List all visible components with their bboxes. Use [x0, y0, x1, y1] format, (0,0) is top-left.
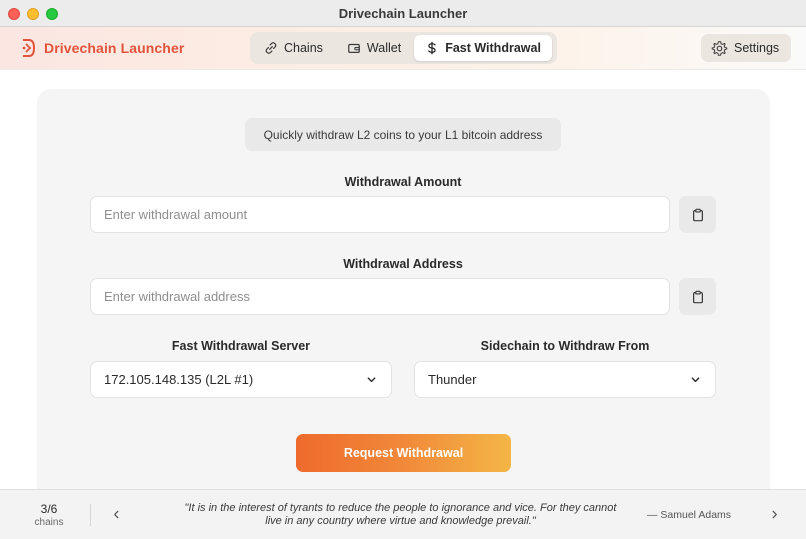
footer-divider [90, 504, 91, 526]
withdrawal-amount-field[interactable] [90, 196, 670, 233]
settings-label: Settings [734, 41, 780, 55]
gear-icon [711, 40, 728, 56]
next-quote-button[interactable] [767, 507, 781, 521]
chain-count-label: chains [34, 517, 64, 528]
tab-chains[interactable]: Chains [253, 35, 334, 61]
brand[interactable]: Drivechain Launcher [20, 38, 184, 58]
top-nav: Drivechain Launcher Chains Wallet Fast W… [0, 27, 806, 70]
sidechain-select[interactable]: Thunder [414, 361, 716, 398]
sidechain-value: Thunder [428, 372, 477, 387]
fast-withdrawal-server-select[interactable]: 172.105.148.135 (L2L #1) [90, 361, 392, 398]
withdrawal-address-input[interactable] [104, 289, 669, 304]
withdrawal-address-field[interactable] [90, 278, 670, 315]
tab-wallet-label: Wallet [366, 41, 402, 55]
chevron-right-icon [772, 510, 777, 518]
clipboard-icon [692, 290, 703, 303]
link-icon [265, 42, 277, 54]
drivechain-logo-icon [22, 39, 36, 57]
tab-chains-label: Chains [284, 41, 323, 55]
tab-fast-withdrawal-label: Fast Withdrawal [445, 41, 541, 55]
settings-button[interactable]: Settings [701, 34, 791, 62]
paste-amount-button[interactable] [679, 196, 716, 233]
request-withdrawal-button[interactable]: Request Withdrawal [296, 434, 511, 472]
sidechain-label: Sidechain to Withdraw From [480, 339, 650, 353]
wallet-icon [348, 43, 360, 53]
withdrawal-amount-label: Withdrawal Amount [344, 175, 462, 189]
tab-wallet[interactable]: Wallet [336, 35, 412, 61]
bottom-bar: 3/6 chains "It is in the interest of tyr… [0, 489, 806, 539]
chevron-down-icon [367, 377, 376, 383]
chevron-left-icon [113, 510, 118, 518]
chain-counter: 3/6 chains [18, 502, 80, 528]
quote-text: "It is in the interest of tyrants to red… [184, 502, 617, 527]
withdrawal-address-label: Withdrawal Address [343, 257, 463, 271]
window-title: Drivechain Launcher [338, 6, 468, 21]
dollar-icon [428, 41, 436, 55]
chain-count: 3/6 [40, 502, 58, 516]
brand-name: Drivechain Launcher [44, 40, 185, 56]
fast-withdrawal-server-value: 172.105.148.135 (L2L #1) [104, 372, 254, 387]
clipboard-icon [692, 208, 703, 221]
quote-author: — Samuel Adams [647, 509, 732, 521]
main-tabs: Chains Wallet Fast Withdrawal [250, 32, 557, 64]
fast-withdrawal-server-label: Fast Withdrawal Server [171, 339, 311, 353]
page-subtitle: Quickly withdraw L2 coins to your L1 bit… [245, 118, 561, 151]
withdrawal-amount-input[interactable] [104, 207, 669, 222]
previous-quote-button[interactable] [109, 507, 123, 521]
title-bar: Drivechain Launcher [0, 0, 806, 27]
paste-address-button[interactable] [679, 278, 716, 315]
chevron-down-icon [691, 377, 700, 383]
tab-fast-withdrawal[interactable]: Fast Withdrawal [414, 35, 552, 61]
